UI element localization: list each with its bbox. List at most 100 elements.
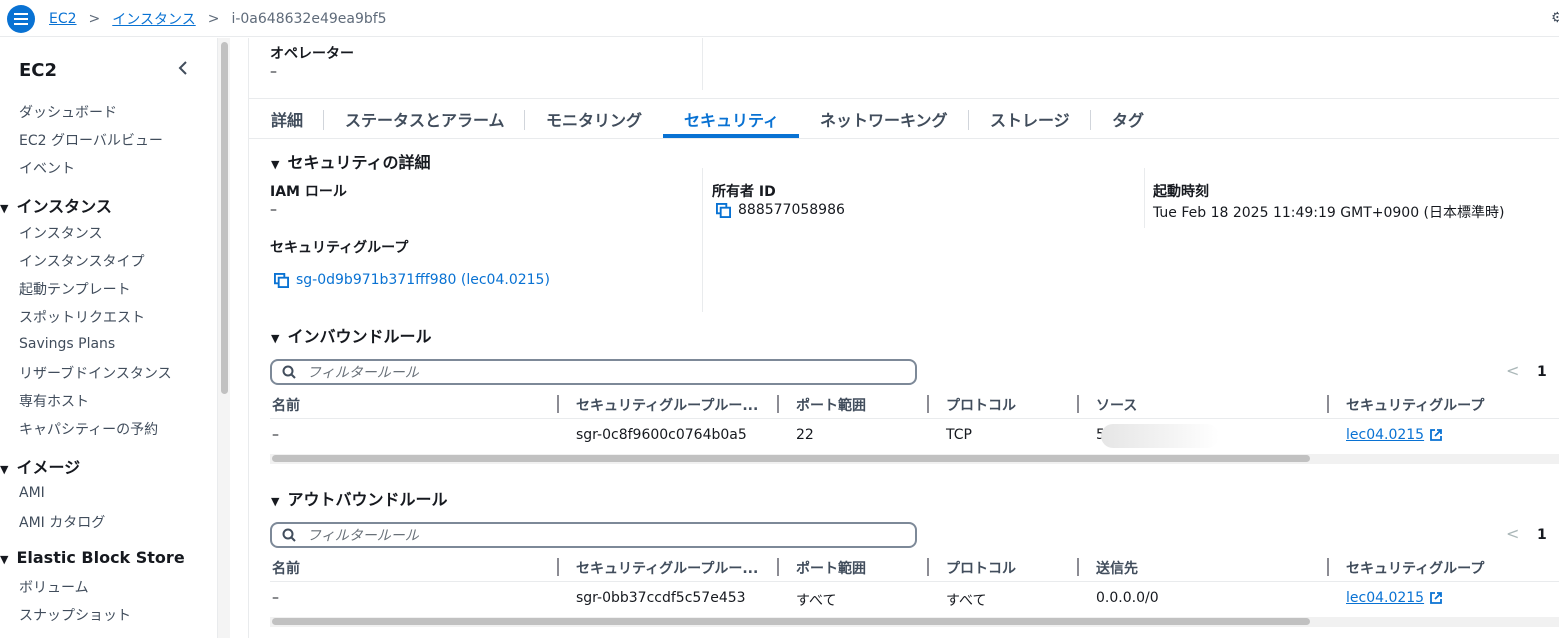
column-resizer[interactable] xyxy=(1327,558,1329,576)
column-resizer[interactable] xyxy=(777,558,779,576)
collapse-sidebar-icon[interactable] xyxy=(178,60,188,79)
page-number[interactable]: 1 xyxy=(1537,364,1547,380)
breadcrumb: EC2 > インスタンス > i-0a648632e49ea9bf5 xyxy=(49,9,387,29)
copy-icon[interactable] xyxy=(274,272,289,288)
tab-separator xyxy=(968,110,969,130)
breadcrumb-ec2[interactable]: EC2 xyxy=(49,11,77,27)
column-header-security-group[interactable]: セキュリティグループ xyxy=(1346,395,1484,415)
owner-id-label: 所有者 ID xyxy=(712,184,776,200)
column-resizer[interactable] xyxy=(777,395,779,413)
sidebar-scrollbar-thumb[interactable] xyxy=(221,42,228,394)
outbound-rules-heading[interactable]: ▼ アウトバウンドルール xyxy=(271,486,447,510)
security-group-link-text[interactable]: lec04.0215 xyxy=(1346,590,1424,606)
outbound-scrollbar-thumb[interactable] xyxy=(272,618,1310,625)
column-header-name[interactable]: 名前 xyxy=(272,558,300,578)
sidebar-item-savings-plans[interactable]: Savings Plans xyxy=(19,336,115,352)
sidebar-item-snapshots[interactable]: スナップショット xyxy=(19,605,131,625)
page-number[interactable]: 1 xyxy=(1537,527,1547,543)
operator-label: オペレーター xyxy=(270,46,354,62)
copy-icon[interactable] xyxy=(716,202,731,218)
divider xyxy=(249,138,1559,139)
sidebar-item-capacity-reservations[interactable]: キャパシティーの予約 xyxy=(19,419,158,439)
security-group-link[interactable]: lec04.0215 xyxy=(1346,427,1443,443)
column-header-destination[interactable]: 送信先 xyxy=(1096,558,1138,578)
tab-separator xyxy=(323,110,324,130)
tab-tags[interactable]: タグ xyxy=(1112,107,1144,131)
breadcrumb-separator: > xyxy=(88,11,101,27)
column-resizer[interactable] xyxy=(557,558,559,576)
search-icon xyxy=(282,528,296,542)
column-header-port-range[interactable]: ポート範囲 xyxy=(796,558,866,578)
cell-name: – xyxy=(272,427,279,443)
sidebar-item-volumes[interactable]: ボリューム xyxy=(19,577,89,597)
section-heading-label: インバウンドルール xyxy=(287,327,432,346)
column-header-rule-id[interactable]: セキュリティグループルー... xyxy=(576,558,758,578)
sidebar-item-launch-templates[interactable]: 起動テンプレート xyxy=(19,279,131,299)
column-header-security-group[interactable]: セキュリティグループ xyxy=(1346,558,1484,578)
divider xyxy=(270,418,1559,419)
settings-icon[interactable]: ⚙ xyxy=(1551,10,1559,26)
operator-value: – xyxy=(270,64,277,80)
sidebar-item-dedicated-hosts[interactable]: 専有ホスト xyxy=(19,391,89,411)
inbound-scrollbar-thumb[interactable] xyxy=(272,455,1310,462)
cell-protocol: すべて xyxy=(946,593,987,609)
column-header-rule-id[interactable]: セキュリティグループルー... xyxy=(576,395,758,415)
column-header-name[interactable]: 名前 xyxy=(272,395,300,415)
tab-status-alarms[interactable]: ステータスとアラーム xyxy=(345,107,505,131)
tab-storage[interactable]: ストレージ xyxy=(990,107,1070,131)
outbound-filter-input[interactable]: フィルタールール xyxy=(270,522,917,548)
column-resizer[interactable] xyxy=(1077,395,1079,413)
column-header-source[interactable]: ソース xyxy=(1096,395,1137,415)
inbound-rules-heading[interactable]: ▼ インバウンドルール xyxy=(271,323,431,347)
sidebar-item-reserved-instances[interactable]: リザーブドインスタンス xyxy=(19,363,172,383)
external-link-icon xyxy=(1430,592,1442,604)
sidebar-section-ebs[interactable]: ▼ Elastic Block Store xyxy=(0,548,185,567)
iam-role-value: – xyxy=(270,202,277,218)
sidebar-section-images[interactable]: ▼ イメージ xyxy=(0,454,80,478)
sidebar-item-instances[interactable]: インスタンス xyxy=(19,223,102,243)
sidebar-item-global-view[interactable]: EC2 グローバルビュー xyxy=(19,130,163,150)
column-header-protocol[interactable]: プロトコル xyxy=(946,558,1016,578)
column-resizer[interactable] xyxy=(1327,395,1329,413)
security-details-heading[interactable]: ▼ セキュリティの詳細 xyxy=(271,149,431,173)
security-group-link[interactable]: sg-0d9b971b371fff980 (lec04.0215) xyxy=(274,272,550,288)
sidebar-section-label: インスタンス xyxy=(16,197,112,216)
cell-name: – xyxy=(272,590,279,606)
caret-down-icon: ▼ xyxy=(271,158,280,171)
column-header-protocol[interactable]: プロトコル xyxy=(946,395,1016,415)
sidebar-item-dashboard[interactable]: ダッシュボード xyxy=(19,102,117,122)
security-group-link-text[interactable]: lec04.0215 xyxy=(1346,427,1424,443)
inbound-filter-input[interactable]: フィルタールール xyxy=(270,359,917,385)
column-resizer[interactable] xyxy=(557,395,559,413)
menu-icon[interactable] xyxy=(7,5,35,33)
top-breadcrumb-bar: EC2 > インスタンス > i-0a648632e49ea9bf5 ⚙ xyxy=(0,0,1559,37)
tab-security[interactable]: セキュリティ xyxy=(684,107,779,131)
column-resizer[interactable] xyxy=(927,558,929,576)
sidebar-item-ami[interactable]: AMI xyxy=(19,485,45,501)
column-header-port-range[interactable]: ポート範囲 xyxy=(796,395,866,415)
filter-placeholder: フィルタールール xyxy=(307,528,419,544)
iam-role-label: IAM ロール xyxy=(270,184,347,200)
sidebar-item-spot-requests[interactable]: スポットリクエスト xyxy=(19,307,145,327)
previous-page-icon[interactable]: < xyxy=(1506,361,1519,380)
divider xyxy=(270,581,1559,582)
tab-details[interactable]: 詳細 xyxy=(271,107,303,131)
sidebar-item-events[interactable]: イベント xyxy=(19,158,75,178)
sidebar: EC2 ダッシュボード EC2 グローバルビュー イベント ▼ インスタンス イン… xyxy=(0,38,218,638)
breadcrumb-instances[interactable]: インスタンス xyxy=(112,9,195,29)
sidebar-item-instance-types[interactable]: インスタンスタイプ xyxy=(19,251,144,271)
sidebar-section-instances[interactable]: ▼ インスタンス xyxy=(0,193,112,217)
cell-protocol: TCP xyxy=(946,427,972,443)
security-group-link-text[interactable]: sg-0d9b971b371fff980 (lec04.0215) xyxy=(296,272,550,288)
tab-monitoring[interactable]: モニタリング xyxy=(546,107,642,131)
sidebar-item-ami-catalog[interactable]: AMI カタログ xyxy=(19,512,105,532)
search-icon xyxy=(282,365,296,379)
cell-rule-id: sgr-0bb37ccdf5c57e453 xyxy=(576,590,746,606)
security-group-link[interactable]: lec04.0215 xyxy=(1346,590,1443,606)
tab-networking[interactable]: ネットワーキング xyxy=(820,107,948,131)
column-resizer[interactable] xyxy=(1077,558,1079,576)
tab-separator xyxy=(524,110,525,130)
caret-down-icon: ▼ xyxy=(0,553,9,566)
column-resizer[interactable] xyxy=(927,395,929,413)
previous-page-icon[interactable]: < xyxy=(1506,524,1519,543)
